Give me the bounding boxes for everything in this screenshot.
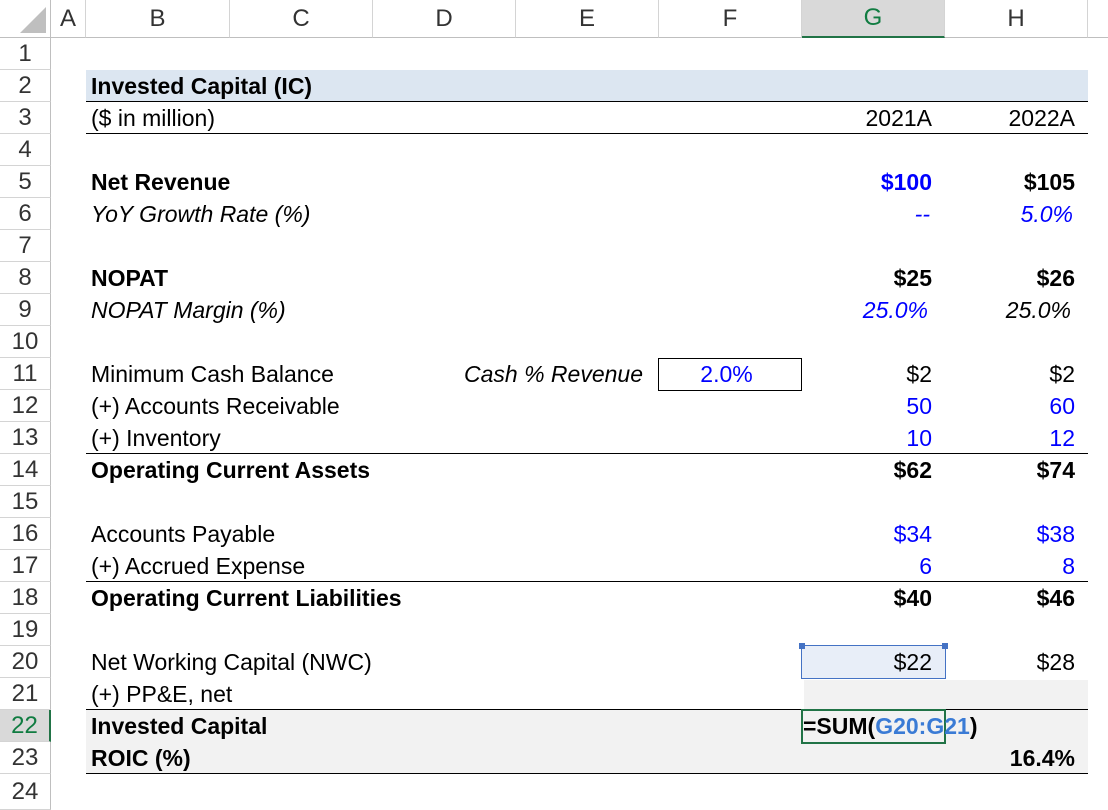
ic-label[interactable]: Invested Capital [91,710,267,742]
inventory-label[interactable]: (+) Inventory [91,422,221,454]
year-2021[interactable]: 2021A [802,102,932,134]
ppe-label[interactable]: (+) PP&E, net [91,678,232,710]
column-header-b[interactable]: B [86,0,230,38]
accrued-2021[interactable]: 6 [802,550,932,582]
range-handle-tl[interactable] [799,643,805,649]
row-header-3[interactable]: 3 [0,102,51,134]
inventory-2021[interactable]: 10 [802,422,932,454]
roic-border [86,773,1088,774]
cash-pct-revenue-label[interactable]: Cash % Revenue [373,358,643,390]
ar-2022[interactable]: 60 [945,390,1075,422]
spreadsheet[interactable]: A B C D E F G H 1 2 3 4 5 6 7 8 9 10 11 … [0,0,1108,810]
nopat-label[interactable]: NOPAT [91,262,168,294]
row-header-2[interactable]: 2 [0,70,51,102]
column-header-d[interactable]: D [373,0,516,38]
nopat-margin-2022[interactable]: 25.0% [945,294,1071,326]
row-header-1[interactable]: 1 [0,38,51,70]
row-header-5[interactable]: 5 [0,166,51,198]
row-header-8[interactable]: 8 [0,262,51,294]
header-border [86,133,1088,134]
range-handle-tr[interactable] [942,643,948,649]
oca-2022[interactable]: $74 [945,454,1075,486]
yoy-2021[interactable]: -- [802,198,930,230]
column-header-a[interactable]: A [51,0,86,38]
column-header-h[interactable]: H [945,0,1088,38]
nwc-label[interactable]: Net Working Capital (NWC) [91,646,372,678]
ap-label[interactable]: Accounts Payable [91,518,275,550]
row-header-22[interactable]: 22 [0,710,51,742]
row-header-17[interactable]: 17 [0,550,51,582]
ocl-2021[interactable]: $40 [802,582,932,614]
row-header-14[interactable]: 14 [0,454,51,486]
net-revenue-label[interactable]: Net Revenue [91,166,230,198]
row-header-18[interactable]: 18 [0,582,51,614]
ocl-2022[interactable]: $46 [945,582,1075,614]
units-cell[interactable]: ($ in million) [91,102,215,134]
year-2022[interactable]: 2022A [945,102,1075,134]
edit-overlay [804,680,1088,710]
column-header-e[interactable]: E [516,0,659,38]
row-header-20[interactable]: 20 [0,646,51,678]
row-header-13[interactable]: 13 [0,422,51,454]
net-revenue-2022[interactable]: $105 [945,166,1075,198]
net-revenue-2021[interactable]: $100 [802,166,932,198]
ap-2021[interactable]: $34 [802,518,932,550]
ic-formula[interactable]: =SUM(G20:G21) [803,710,977,742]
column-header-next[interactable] [1088,0,1108,38]
oca-2021[interactable]: $62 [802,454,932,486]
row-header-21[interactable]: 21 [0,678,51,710]
roic-label[interactable]: ROIC (%) [91,742,191,774]
row-header-24[interactable]: 24 [0,774,51,810]
ocl-label[interactable]: Operating Current Liabilities [91,582,402,614]
row-header-19[interactable]: 19 [0,614,51,646]
row-header-4[interactable]: 4 [0,134,51,166]
cash-pct-revenue-value[interactable]: 2.0% [659,358,794,390]
min-cash-2022[interactable]: $2 [945,358,1075,390]
row-header-9[interactable]: 9 [0,294,51,326]
yoy-label[interactable]: YoY Growth Rate (%) [91,198,310,230]
row-header-11[interactable]: 11 [0,358,51,390]
select-all-corner[interactable] [0,0,51,38]
accrued-label[interactable]: (+) Accrued Expense [91,550,305,582]
min-cash-2021[interactable]: $2 [802,358,932,390]
row-header-10[interactable]: 10 [0,326,51,358]
formula-suffix: ) [969,713,978,739]
column-header-g[interactable]: G [802,0,945,38]
title-cell[interactable]: Invested Capital (IC) [91,70,312,102]
oca-label[interactable]: Operating Current Assets [91,454,370,486]
row-header-23[interactable]: 23 [0,742,51,774]
row-header-15[interactable]: 15 [0,486,51,518]
formula-prefix: =SUM( [803,713,876,739]
accrued-2022[interactable]: 8 [945,550,1075,582]
ar-label[interactable]: (+) Accounts Receivable [91,390,340,422]
formula-reference: G20:G21 [875,713,970,739]
row-header-6[interactable]: 6 [0,198,51,230]
ap-2022[interactable]: $38 [945,518,1075,550]
row-header-16[interactable]: 16 [0,518,51,550]
nopat-2021[interactable]: $25 [802,262,932,294]
nopat-2022[interactable]: $26 [945,262,1075,294]
reference-range-box [801,645,946,679]
roic-2022[interactable]: 16.4% [945,742,1075,774]
nwc-2022[interactable]: $28 [945,646,1075,678]
yoy-2022[interactable]: 5.0% [945,198,1073,230]
nopat-margin-2021[interactable]: 25.0% [802,294,928,326]
inventory-2022[interactable]: 12 [945,422,1075,454]
min-cash-label[interactable]: Minimum Cash Balance [91,358,334,390]
column-header-c[interactable]: C [230,0,373,38]
column-header-f[interactable]: F [659,0,802,38]
row-header-12[interactable]: 12 [0,390,51,422]
ar-2021[interactable]: 50 [802,390,932,422]
row-header-7[interactable]: 7 [0,230,51,262]
nopat-margin-label[interactable]: NOPAT Margin (%) [91,294,286,326]
